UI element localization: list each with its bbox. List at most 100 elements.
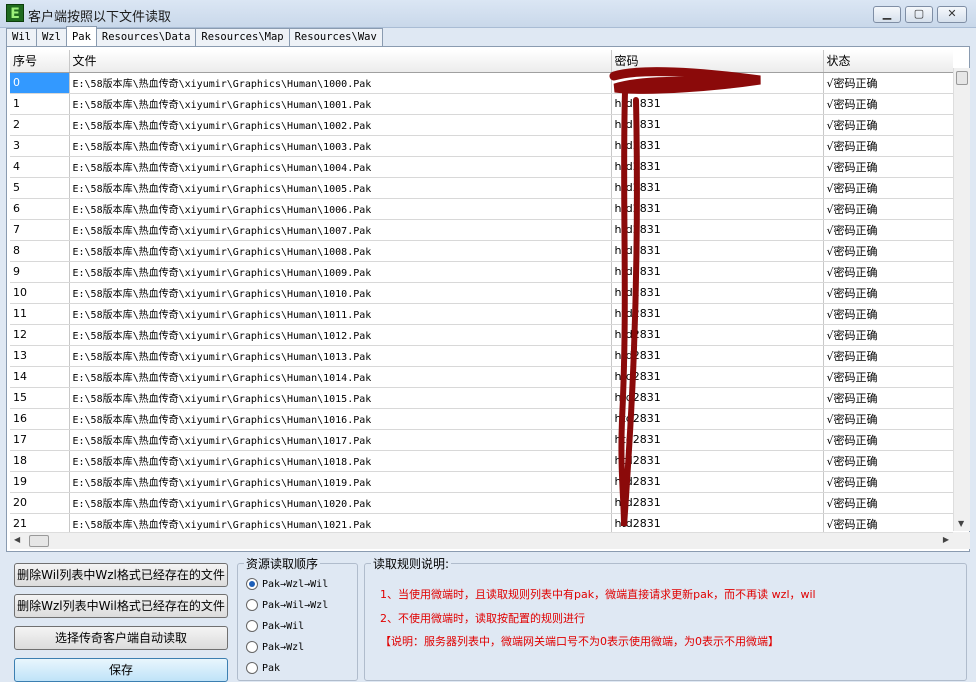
row-index-cell[interactable]: 11	[10, 303, 70, 325]
column-header-password[interactable]: 密码	[611, 50, 824, 73]
row-password-cell[interactable]: htd2831	[611, 429, 824, 451]
select-client-button[interactable]: 选择传奇客户端自动读取	[14, 626, 228, 650]
scroll-down-icon[interactable]: ▼	[958, 519, 964, 528]
tab-wzl[interactable]: Wzl	[35, 28, 67, 46]
row-password-cell[interactable]: htd2831	[611, 93, 824, 115]
row-index-cell[interactable]: 10	[10, 282, 70, 304]
close-icon[interactable]: ✕	[937, 6, 967, 23]
row-index-cell[interactable]: 16	[10, 408, 70, 430]
row-index-cell[interactable]: 7	[10, 219, 70, 241]
minimize-icon[interactable]: ▁	[873, 6, 901, 23]
row-password-cell[interactable]	[611, 72, 824, 94]
row-index-cell[interactable]: 4	[10, 156, 70, 178]
row-file-cell[interactable]: E:\58版本库\热血传奇\xiyumir\Graphics\Human\101…	[69, 303, 612, 325]
row-file-cell[interactable]: E:\58版本库\热血传奇\xiyumir\Graphics\Human\101…	[69, 282, 612, 304]
row-password-cell[interactable]: htd2831	[611, 219, 824, 241]
row-password-cell[interactable]: htd2831	[611, 135, 824, 157]
row-index-cell[interactable]: 1	[10, 93, 70, 115]
row-password-cell[interactable]: htd2831	[611, 492, 824, 514]
row-file-cell[interactable]: E:\58版本库\热血传奇\xiyumir\Graphics\Human\101…	[69, 366, 612, 388]
order-option-1[interactable]: Pak→Wzl→Wil	[246, 576, 328, 592]
row-password-cell[interactable]: htd2831	[611, 282, 824, 304]
radio-icon[interactable]	[246, 662, 258, 674]
row-index-cell[interactable]: 20	[10, 492, 70, 514]
row-status-cell[interactable]: √密码正确	[823, 240, 953, 262]
row-index-cell[interactable]: 6	[10, 198, 70, 220]
table-row[interactable]: 6 E:\58版本库\热血传奇\xiyumir\Graphics\Human\10…	[10, 198, 953, 220]
row-file-cell[interactable]: E:\58版本库\热血传奇\xiyumir\Graphics\Human\101…	[69, 345, 612, 367]
row-password-cell[interactable]: htd2831	[611, 303, 824, 325]
row-index-cell[interactable]: 14	[10, 366, 70, 388]
tab-resources-map[interactable]: Resources\Map	[195, 28, 290, 46]
row-index-cell[interactable]: 8	[10, 240, 70, 262]
row-index-cell[interactable]: 15	[10, 387, 70, 409]
row-index-cell[interactable]: 18	[10, 450, 70, 472]
row-index-cell[interactable]: 3	[10, 135, 70, 157]
row-password-cell[interactable]: htd2831	[611, 198, 824, 220]
row-password-cell[interactable]: htd2831	[611, 450, 824, 472]
table-row[interactable]: 13 E:\58版本库\热血传奇\xiyumir\Graphics\Human\1…	[10, 345, 953, 367]
row-status-cell[interactable]: √密码正确	[823, 156, 953, 178]
row-status-cell[interactable]: √密码正确	[823, 177, 953, 199]
row-file-cell[interactable]: E:\58版本库\热血传奇\xiyumir\Graphics\Human\101…	[69, 324, 612, 346]
column-header-file[interactable]: 文件	[69, 50, 612, 73]
row-status-cell[interactable]: √密码正确	[823, 450, 953, 472]
table-row[interactable]: 1 E:\58版本库\热血传奇\xiyumir\Graphics\Human\10…	[10, 93, 953, 115]
row-file-cell[interactable]: E:\58版本库\热血传奇\xiyumir\Graphics\Human\101…	[69, 471, 612, 493]
row-file-cell[interactable]: E:\58版本库\热血传奇\xiyumir\Graphics\Human\100…	[69, 93, 612, 115]
row-status-cell[interactable]: √密码正确	[823, 114, 953, 136]
order-option-5[interactable]: Pak	[246, 660, 280, 676]
row-file-cell[interactable]: E:\58版本库\热血传奇\xiyumir\Graphics\Human\101…	[69, 408, 612, 430]
row-password-cell[interactable]: htd2831	[611, 471, 824, 493]
radio-icon[interactable]	[246, 620, 258, 632]
row-index-cell[interactable]: 19	[10, 471, 70, 493]
delete-wzl-duplicates-button[interactable]: 删除Wzl列表中Wil格式已经存在的文件	[14, 594, 228, 618]
column-header-index[interactable]: 序号	[10, 50, 70, 73]
table-row[interactable]: 18 E:\58版本库\热血传奇\xiyumir\Graphics\Human\1…	[10, 450, 953, 472]
row-file-cell[interactable]: E:\58版本库\热血传奇\xiyumir\Graphics\Human\102…	[69, 513, 612, 532]
table-row[interactable]: 4 E:\58版本库\热血传奇\xiyumir\Graphics\Human\10…	[10, 156, 953, 178]
row-status-cell[interactable]: √密码正确	[823, 93, 953, 115]
table-row[interactable]: 14 E:\58版本库\热血传奇\xiyumir\Graphics\Human\1…	[10, 366, 953, 388]
row-index-cell[interactable]: 9	[10, 261, 70, 283]
tab-pak[interactable]: Pak	[65, 26, 97, 46]
row-password-cell[interactable]: htd2831	[611, 261, 824, 283]
table-row[interactable]: 16 E:\58版本库\热血传奇\xiyumir\Graphics\Human\1…	[10, 408, 953, 430]
row-index-cell[interactable]: 17	[10, 429, 70, 451]
row-password-cell[interactable]: htd2831	[611, 387, 824, 409]
row-file-cell[interactable]: E:\58版本库\热血传奇\xiyumir\Graphics\Human\100…	[69, 156, 612, 178]
row-password-cell[interactable]: htd2831	[611, 240, 824, 262]
row-password-cell[interactable]: htd2831	[611, 324, 824, 346]
table-row[interactable]: 21 E:\58版本库\热血传奇\xiyumir\Graphics\Human\1…	[10, 513, 953, 532]
row-status-cell[interactable]: √密码正确	[823, 513, 953, 532]
radio-icon[interactable]	[246, 578, 258, 590]
row-index-cell[interactable]: 2	[10, 114, 70, 136]
radio-icon[interactable]	[246, 599, 258, 611]
row-index-cell[interactable]: 13	[10, 345, 70, 367]
table-row[interactable]: 12 E:\58版本库\热血传奇\xiyumir\Graphics\Human\1…	[10, 324, 953, 346]
row-status-cell[interactable]: √密码正确	[823, 198, 953, 220]
tab-wil[interactable]: Wil	[6, 28, 37, 46]
row-file-cell[interactable]: E:\58版本库\热血传奇\xiyumir\Graphics\Human\101…	[69, 429, 612, 451]
row-status-cell[interactable]: √密码正确	[823, 303, 953, 325]
file-grid[interactable]: 序号 文件 密码 状态 0 E:\58版本库\热血传奇\xiyumir\Graph…	[10, 50, 953, 532]
table-row[interactable]: 20 E:\58版本库\热血传奇\xiyumir\Graphics\Human\1…	[10, 492, 953, 514]
column-header-status[interactable]: 状态	[823, 50, 953, 73]
maximize-icon[interactable]: ▢	[905, 6, 933, 23]
table-row[interactable]: 11 E:\58版本库\热血传奇\xiyumir\Graphics\Human\1…	[10, 303, 953, 325]
row-status-cell[interactable]: √密码正确	[823, 429, 953, 451]
row-file-cell[interactable]: E:\58版本库\热血传奇\xiyumir\Graphics\Human\101…	[69, 450, 612, 472]
radio-icon[interactable]	[246, 641, 258, 653]
row-status-cell[interactable]: √密码正确	[823, 387, 953, 409]
row-password-cell[interactable]: htd2831	[611, 114, 824, 136]
row-file-cell[interactable]: E:\58版本库\热血传奇\xiyumir\Graphics\Human\100…	[69, 72, 612, 94]
tab-resources-wav[interactable]: Resources\Wav	[288, 28, 383, 46]
delete-wil-duplicates-button[interactable]: 删除Wil列表中Wzl格式已经存在的文件	[14, 563, 228, 587]
table-row[interactable]: 10 E:\58版本库\热血传奇\xiyumir\Graphics\Human\1…	[10, 282, 953, 304]
row-status-cell[interactable]: √密码正确	[823, 492, 953, 514]
table-row[interactable]: 2 E:\58版本库\热血传奇\xiyumir\Graphics\Human\10…	[10, 114, 953, 136]
row-file-cell[interactable]: E:\58版本库\热血传奇\xiyumir\Graphics\Human\100…	[69, 114, 612, 136]
save-button[interactable]: 保存	[14, 658, 228, 682]
hscroll-thumb[interactable]	[29, 535, 49, 547]
row-file-cell[interactable]: E:\58版本库\热血传奇\xiyumir\Graphics\Human\100…	[69, 219, 612, 241]
